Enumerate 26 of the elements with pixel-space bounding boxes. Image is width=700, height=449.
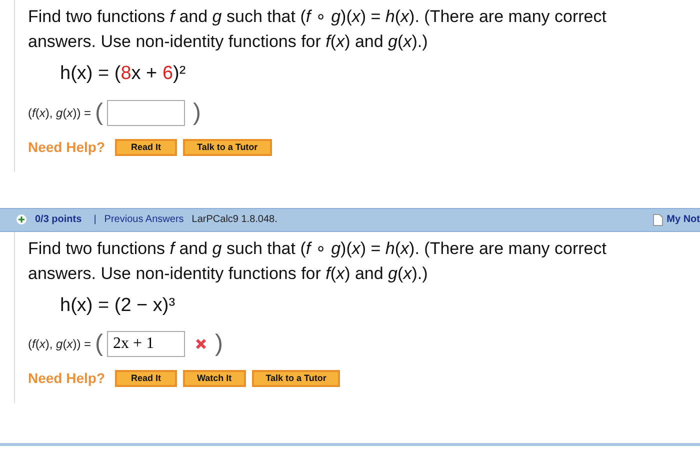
separator-text: | bbox=[94, 213, 96, 227]
answer-field[interactable]: 2x + 1 bbox=[107, 331, 186, 357]
note-icon[interactable] bbox=[652, 214, 663, 226]
help-button[interactable]: Talk to a Tutor bbox=[183, 138, 272, 156]
close-paren: ) bbox=[193, 98, 202, 128]
source-text: LarPCalc9 1.8.048. bbox=[192, 213, 278, 227]
equation-text: h(x) = (8x + 6)² bbox=[60, 62, 187, 86]
points-text: 0/3 points bbox=[35, 213, 82, 227]
previous-answers-link[interactable]: Previous Answers bbox=[104, 212, 184, 227]
problem-prompt: Find two functions f and g such that (f ∘ g)(x) = h(x). (There are many correct answers. Use non-identity functions for f(x) and g(x).) bbox=[28, 238, 608, 284]
problem-prompt: Find two functions f and g such that (f ∘ g)(x) = h(x). (There are many correct answers. Use non-identity functions for f(x) and g(x).) bbox=[28, 6, 608, 53]
help-button[interactable]: Watch It bbox=[183, 370, 246, 387]
answer-label: (f(x), g(x)) = bbox=[28, 104, 92, 122]
answer-label: (f(x), g(x)) = bbox=[28, 336, 92, 353]
need-help-label: Need Help? bbox=[28, 369, 106, 388]
help-button[interactable]: Read It bbox=[115, 138, 178, 156]
need-help-label: Need Help? bbox=[28, 138, 106, 157]
plus-icon bbox=[16, 214, 27, 225]
help-button[interactable]: Read It bbox=[115, 370, 178, 387]
open-paren: ( bbox=[95, 329, 104, 359]
equation-text: h(x) = (2 − x)³ bbox=[60, 294, 176, 318]
help-button[interactable]: Talk to a Tutor bbox=[252, 370, 340, 387]
answer-field[interactable] bbox=[107, 100, 186, 126]
open-paren: ( bbox=[95, 98, 104, 128]
my-notes-link[interactable]: My Not bbox=[666, 212, 700, 227]
close-paren: ) bbox=[215, 329, 224, 359]
